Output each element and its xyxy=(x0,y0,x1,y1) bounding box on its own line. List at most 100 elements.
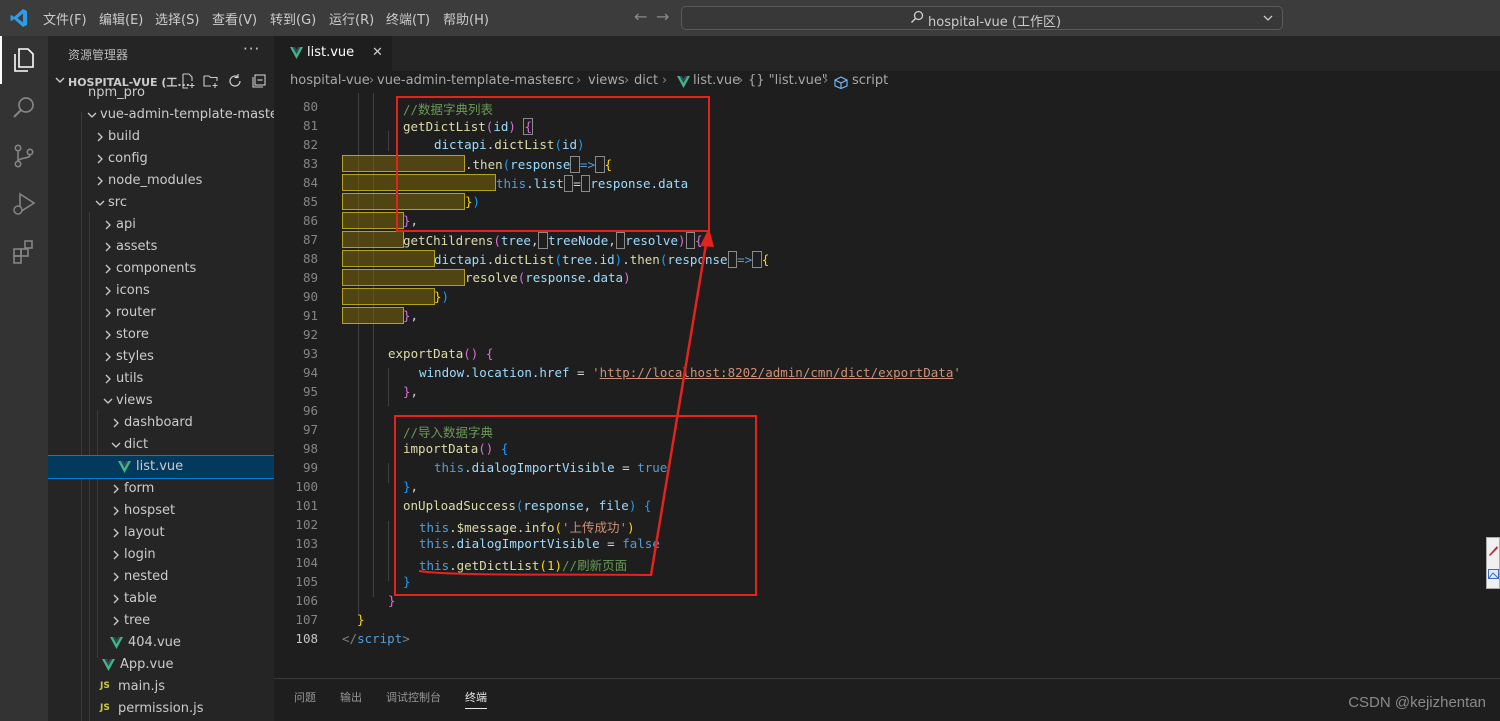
forward-arrow-icon[interactable]: → xyxy=(656,7,669,26)
chevron-right-icon xyxy=(105,308,111,318)
tree-item[interactable]: npm_pro xyxy=(48,82,274,104)
breadcrumb-item[interactable]: vue-admin-template-master xyxy=(377,73,560,88)
tree-item[interactable]: build xyxy=(48,126,274,148)
breadcrumb-item[interactable]: src xyxy=(555,73,574,88)
line-number: 101 xyxy=(295,498,318,513)
cube-icon xyxy=(834,76,848,89)
panel-tab-debug-console[interactable]: 调试控制台 xyxy=(386,689,441,705)
tree-item[interactable]: dict xyxy=(48,434,274,456)
image-icon xyxy=(1488,569,1499,579)
menu-edit[interactable]: 编辑(E) xyxy=(99,9,143,28)
line-number: 90 xyxy=(302,289,318,304)
chevron-right-icon xyxy=(113,616,119,626)
indent-guide xyxy=(388,131,389,151)
vscode-logo-icon xyxy=(10,9,27,27)
extensions-icon[interactable] xyxy=(10,238,38,266)
tree-item[interactable]: store xyxy=(48,324,274,346)
tree-item[interactable]: 404.vue xyxy=(48,632,274,654)
tree-item[interactable]: utils xyxy=(48,368,274,390)
tab-label: list.vue xyxy=(307,45,355,60)
tree-item[interactable]: table xyxy=(48,588,274,610)
line-number: 91 xyxy=(302,308,318,323)
tree-item[interactable]: views xyxy=(48,390,274,412)
whitespace-highlight xyxy=(342,307,404,324)
tree-item[interactable]: icons xyxy=(48,280,274,302)
close-icon[interactable]: ✕ xyxy=(372,45,383,60)
tree-item[interactable]: tree xyxy=(48,610,274,632)
breadcrumb-item[interactable]: script xyxy=(852,73,888,88)
tree-item[interactable]: config xyxy=(48,148,274,170)
annotation-box-dict-list xyxy=(396,96,710,232)
back-arrow-icon[interactable]: ← xyxy=(634,7,647,26)
line-number: 83 xyxy=(302,156,318,171)
tree-item[interactable]: dashboard xyxy=(48,412,274,434)
source-control-icon[interactable] xyxy=(10,142,38,170)
panel-tab-terminal[interactable]: 终端 xyxy=(465,689,487,709)
tree-item[interactable]: JS permission.js xyxy=(48,698,274,720)
tree-item[interactable]: vue-admin-template-master xyxy=(48,104,274,126)
line-number: 105 xyxy=(295,574,318,589)
indent-guide xyxy=(388,521,389,581)
panel-tab-problems[interactable]: 问题 xyxy=(294,689,316,705)
menu-terminal[interactable]: 终端(T) xyxy=(386,9,430,28)
tree-item[interactable]: list.vue xyxy=(48,455,274,479)
tab-list-vue[interactable]: list.vue ✕ xyxy=(274,36,392,71)
line-number: 85 xyxy=(302,194,318,209)
line-number: 80 xyxy=(302,99,318,114)
code-line-88: dictapi.dictList(tree.id).then(response … xyxy=(434,251,770,268)
tree-item-label: npm_pro xyxy=(88,85,145,100)
line-number: 93 xyxy=(302,346,318,361)
line-number: 87 xyxy=(302,232,318,247)
menu-run[interactable]: 运行(R) xyxy=(329,9,374,28)
tree-item[interactable]: node_modules xyxy=(48,170,274,192)
tree-item[interactable]: form xyxy=(48,478,274,500)
floating-widget[interactable] xyxy=(1486,537,1500,589)
active-indicator xyxy=(0,36,2,84)
menu-selection[interactable]: 选择(S) xyxy=(155,9,199,28)
js-file-icon: JS xyxy=(100,681,110,691)
breadcrumb-item[interactable]: dict xyxy=(634,73,658,88)
tree-item[interactable]: nested xyxy=(48,566,274,588)
tree-item-label: api xyxy=(116,217,136,232)
line-number: 106 xyxy=(295,593,318,608)
breadcrumb-item[interactable]: {} "list.vue" xyxy=(748,73,828,88)
tree-item[interactable]: login xyxy=(48,544,274,566)
vue-file-icon xyxy=(110,637,123,649)
tree-item[interactable]: layout xyxy=(48,522,274,544)
chevron-right-icon: › xyxy=(542,73,548,88)
line-number: 100 xyxy=(295,479,318,494)
tree-item[interactable]: components xyxy=(48,258,274,280)
tree-item-label: node_modules xyxy=(108,173,203,188)
menu-view[interactable]: 查看(V) xyxy=(212,9,257,28)
search-icon[interactable] xyxy=(10,94,38,122)
tree-item[interactable]: hospset xyxy=(48,500,274,522)
tree-item[interactable]: JS main.js xyxy=(48,676,274,698)
line-number: 107 xyxy=(295,612,318,627)
whitespace-highlight xyxy=(342,250,435,267)
menu-go[interactable]: 转到(G) xyxy=(270,9,316,28)
tree-item[interactable]: src xyxy=(48,192,274,214)
command-center[interactable]: hospital-vue (工作区) xyxy=(681,6,1283,30)
indent-guide xyxy=(388,463,389,483)
tree-item[interactable]: api xyxy=(48,214,274,236)
tree-item[interactable]: router xyxy=(48,302,274,324)
code-line-108: </script> xyxy=(342,631,410,646)
explorer-icon[interactable] xyxy=(10,46,38,74)
breadcrumb-item[interactable]: hospital-vue xyxy=(290,73,370,88)
menu-help[interactable]: 帮助(H) xyxy=(443,9,489,28)
vue-file-icon xyxy=(102,659,115,671)
chevron-down-icon xyxy=(95,200,105,206)
tree-item[interactable]: assets xyxy=(48,236,274,258)
indent-guide xyxy=(388,368,389,406)
run-debug-icon[interactable] xyxy=(10,190,38,218)
breadcrumb-item[interactable]: list.vue xyxy=(693,73,740,88)
more-actions-button[interactable]: ··· xyxy=(243,40,260,58)
breadcrumb-item[interactable]: views xyxy=(588,73,625,88)
chevron-right-icon: › xyxy=(823,73,829,88)
tree-item[interactable]: styles xyxy=(48,346,274,368)
tree-item[interactable]: App.vue xyxy=(48,654,274,676)
chevron-down-icon[interactable] xyxy=(1262,12,1274,24)
panel-tab-output[interactable]: 输出 xyxy=(340,689,362,705)
line-number: 92 xyxy=(302,327,318,342)
menu-file[interactable]: 文件(F) xyxy=(43,9,87,28)
